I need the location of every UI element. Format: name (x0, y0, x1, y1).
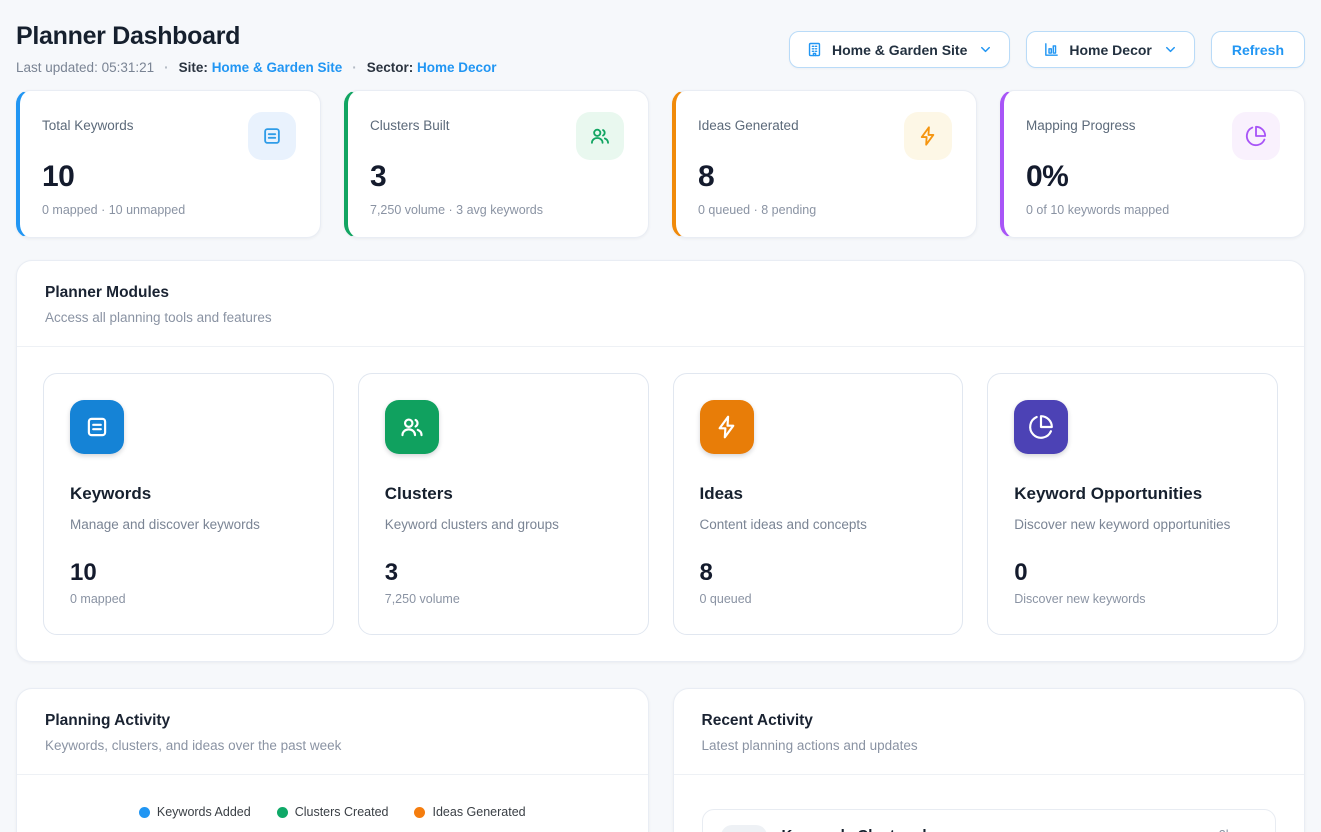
last-updated: Last updated: 05:31:21 (16, 60, 154, 75)
page-header: Planner Dashboard Last updated: 05:31:21… (16, 0, 1305, 75)
building-icon (806, 41, 823, 58)
module-title: Keywords (70, 484, 309, 504)
module-stat: 3 (385, 559, 624, 587)
section-title: Recent Activity (702, 712, 1277, 730)
module-stat-label: Discover new keywords (1014, 592, 1253, 606)
lightning-icon (700, 400, 754, 454)
module-stat-label: 0 queued (700, 592, 939, 606)
legend-dot (414, 807, 425, 818)
legend-item-clusters-created[interactable]: Clusters Created (277, 805, 389, 819)
planning-activity-card: Planning Activity Keywords, clusters, an… (16, 688, 649, 832)
lightning-icon (904, 112, 952, 160)
stat-subtext: 0 queued · 8 pending (698, 203, 952, 217)
planner-dashboard-page: Planner Dashboard Last updated: 05:31:21… (0, 0, 1321, 832)
users-icon (385, 400, 439, 454)
module-description: Content ideas and concepts (700, 517, 939, 532)
activity-item-title: Keywords Clustered (782, 827, 927, 832)
header-left: Planner Dashboard Last updated: 05:31:21… (16, 22, 497, 75)
section-subtitle: Keywords, clusters, and ideas over the p… (45, 738, 620, 753)
module-card-keywords[interactable]: Keywords Manage and discover keywords 10… (43, 373, 334, 635)
activity-list: Keywords Clustered 3 new clusters create… (674, 775, 1305, 832)
module-stat: 10 (70, 559, 309, 587)
stat-label: Total Keywords (42, 112, 134, 133)
users-icon (721, 825, 767, 832)
legend-dot (277, 807, 288, 818)
bar-chart-icon (1043, 41, 1060, 58)
stat-card-ideas-generated: Ideas Generated 8 0 queued · 8 pending (672, 90, 977, 238)
bottom-row: Planning Activity Keywords, clusters, an… (16, 688, 1305, 832)
refresh-button[interactable]: Refresh (1211, 31, 1305, 68)
module-description: Discover new keyword opportunities (1014, 517, 1253, 532)
activity-item-timestamp: 2h ago (1219, 825, 1257, 832)
stat-value: 10 (42, 160, 296, 194)
section-title: Planner Modules (45, 284, 1276, 302)
chart-legend: Keywords Added Clusters Created Ideas Ge… (33, 805, 632, 819)
users-icon (576, 112, 624, 160)
module-title: Keyword Opportunities (1014, 484, 1253, 504)
stat-card-clusters-built: Clusters Built 3 7,250 volume · 3 avg ke… (344, 90, 649, 238)
site-link[interactable]: Home & Garden Site (212, 60, 343, 75)
stat-subtext: 7,250 volume · 3 avg keywords (370, 203, 624, 217)
module-card-keyword-opportunities[interactable]: Keyword Opportunities Discover new keywo… (987, 373, 1278, 635)
document-icon (70, 400, 124, 454)
stat-card-mapping-progress: Mapping Progress 0% 0 of 10 keywords map… (1000, 90, 1305, 238)
modules-grid: Keywords Manage and discover keywords 10… (17, 347, 1304, 661)
page-title: Planner Dashboard (16, 22, 497, 51)
stat-card-total-keywords: Total Keywords 10 0 mapped · 10 unmapped (16, 90, 321, 238)
module-description: Manage and discover keywords (70, 517, 309, 532)
module-title: Ideas (700, 484, 939, 504)
header-meta: Last updated: 05:31:21 · Site: Home & Ga… (16, 60, 497, 75)
module-stat-label: 0 mapped (70, 592, 309, 606)
module-card-clusters[interactable]: Clusters Keyword clusters and groups 3 7… (358, 373, 649, 635)
stat-subtext: 0 mapped · 10 unmapped (42, 203, 296, 217)
sector-selector-label: Home Decor (1069, 42, 1151, 58)
stat-value: 0% (1026, 160, 1280, 194)
stat-label: Ideas Generated (698, 112, 799, 133)
stat-cards-row: Total Keywords 10 0 mapped · 10 unmapped… (16, 90, 1305, 238)
legend-dot (139, 807, 150, 818)
stat-subtext: 0 of 10 keywords mapped (1026, 203, 1280, 217)
sector-link[interactable]: Home Decor (417, 60, 497, 75)
document-icon (248, 112, 296, 160)
pie-chart-icon (1014, 400, 1068, 454)
module-description: Keyword clusters and groups (385, 517, 624, 532)
activity-item-keywords-clustered[interactable]: Keywords Clustered 3 new clusters create… (702, 809, 1277, 832)
stat-value: 3 (370, 160, 624, 194)
site-selector-dropdown[interactable]: Home & Garden Site (789, 31, 1010, 68)
meta-separator: · (352, 60, 357, 75)
site-selector-label: Home & Garden Site (832, 42, 967, 58)
chevron-down-icon (978, 42, 993, 57)
legend-item-ideas-generated[interactable]: Ideas Generated (414, 805, 525, 819)
activity-chart: Keywords Added Clusters Created Ideas Ge… (17, 775, 648, 832)
chevron-down-icon (1163, 42, 1178, 57)
meta-separator: · (164, 60, 169, 75)
sector-meta: Sector: Home Decor (367, 60, 497, 75)
module-title: Clusters (385, 484, 624, 504)
header-actions: Home & Garden Site Home Decor (789, 31, 1305, 68)
stat-label: Mapping Progress (1026, 112, 1136, 133)
module-stat-label: 7,250 volume (385, 592, 624, 606)
section-title: Planning Activity (45, 712, 620, 730)
module-stat: 8 (700, 559, 939, 587)
section-subtitle: Access all planning tools and features (45, 310, 1276, 325)
stat-label: Clusters Built (370, 112, 450, 133)
pie-chart-icon (1232, 112, 1280, 160)
section-subtitle: Latest planning actions and updates (702, 738, 1277, 753)
module-stat: 0 (1014, 559, 1253, 587)
sector-selector-dropdown[interactable]: Home Decor (1026, 31, 1194, 68)
legend-item-keywords-added[interactable]: Keywords Added (139, 805, 251, 819)
stat-value: 8 (698, 160, 952, 194)
recent-activity-card: Recent Activity Latest planning actions … (673, 688, 1306, 832)
planner-modules-section: Planner Modules Access all planning tool… (16, 260, 1305, 662)
module-card-ideas[interactable]: Ideas Content ideas and concepts 8 0 que… (673, 373, 964, 635)
site-meta: Site: Home & Garden Site (179, 60, 343, 75)
